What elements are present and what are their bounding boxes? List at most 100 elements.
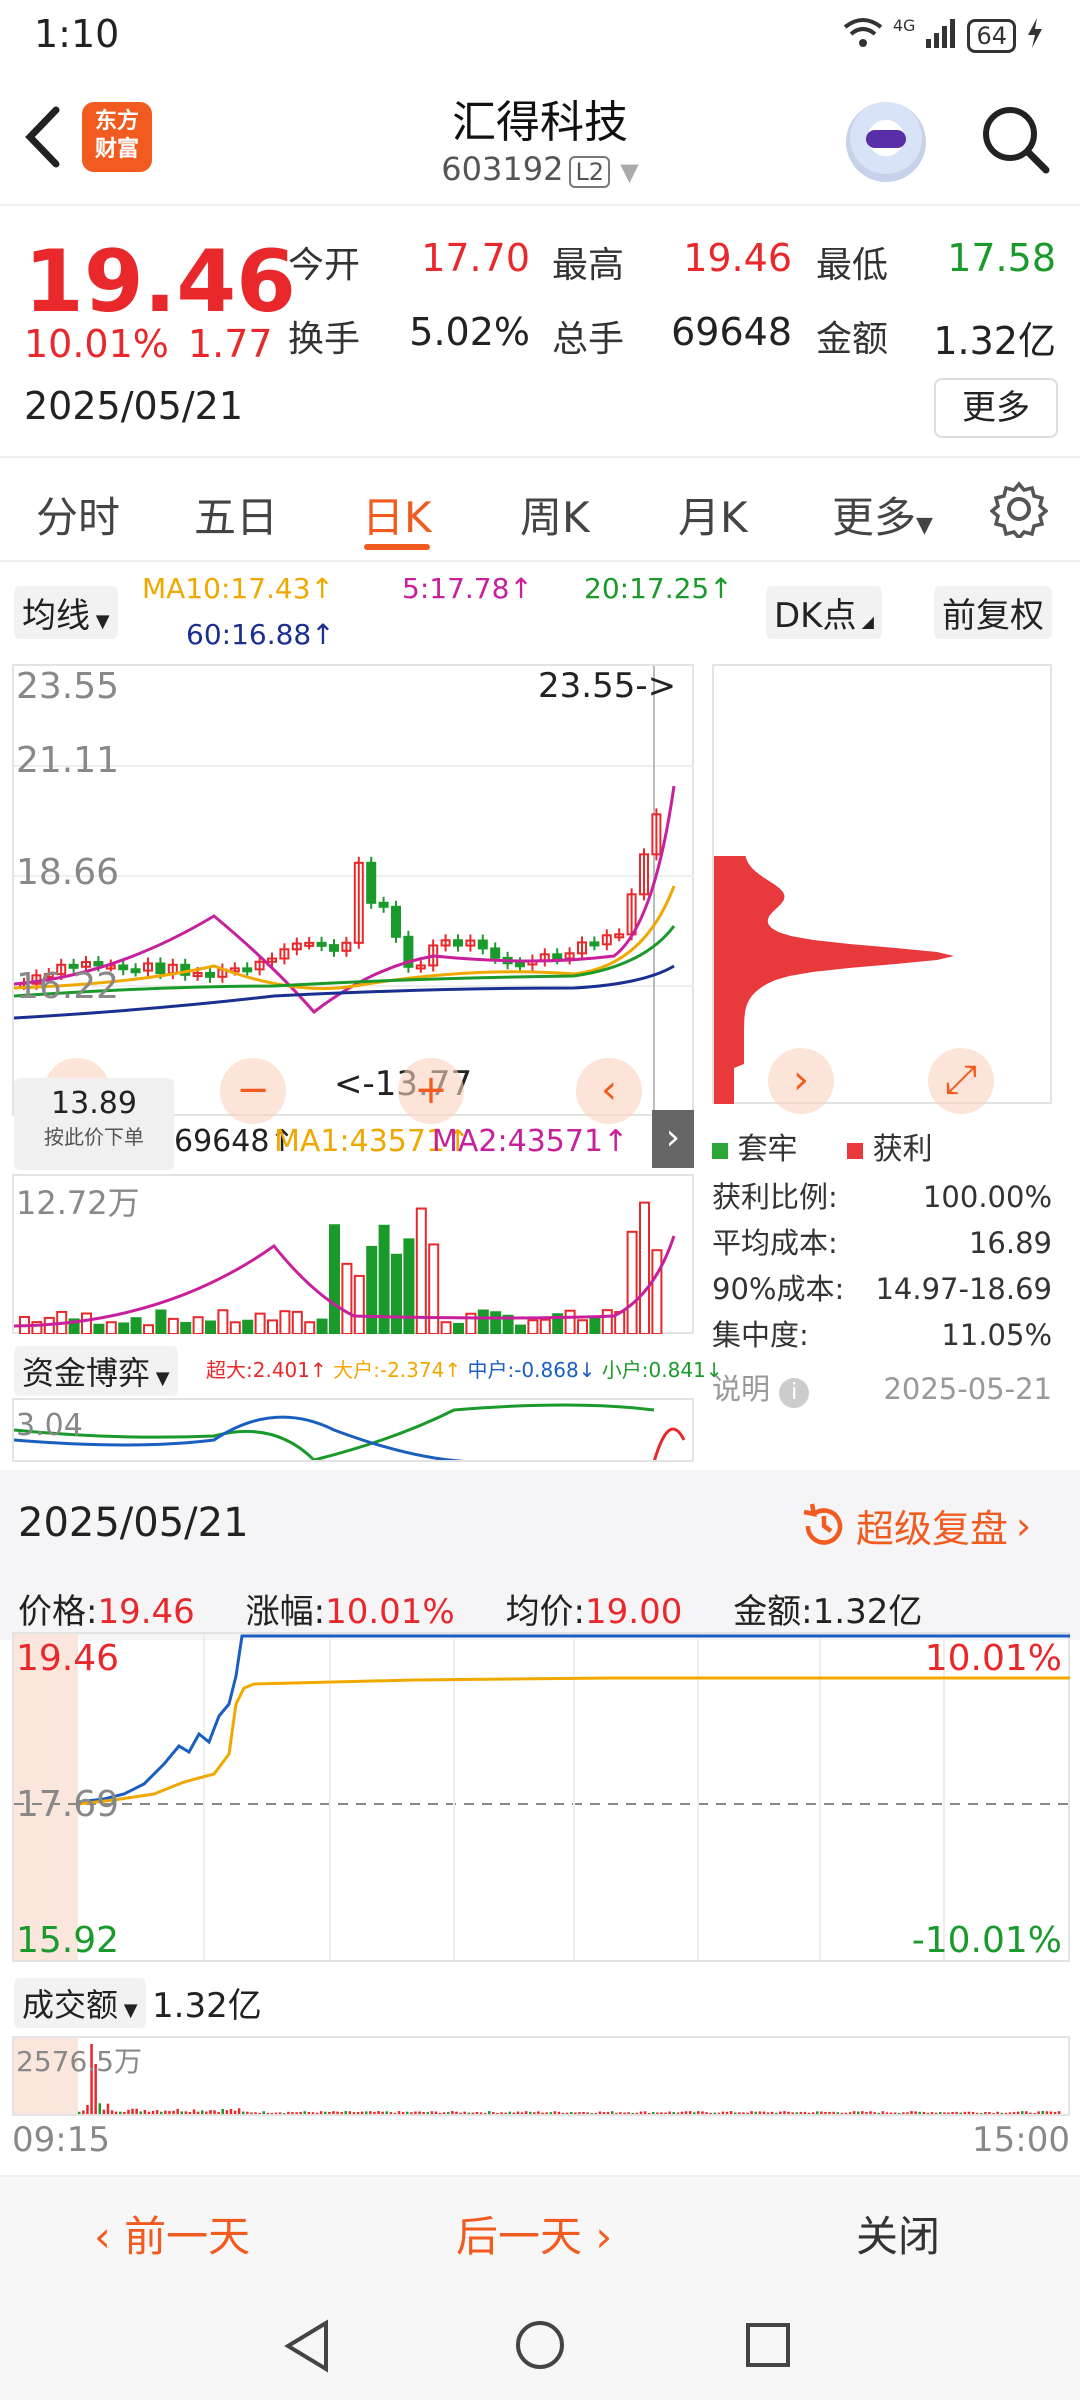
intraday-volume-bar (734, 2112, 737, 2114)
intraday-volume-bar (1008, 2112, 1012, 2114)
assistant-avatar[interactable] (846, 102, 926, 182)
nav-recents-icon[interactable] (744, 2321, 792, 2373)
intraday-chart[interactable]: 19.46 17.69 15.92 10.01% -10.01% (12, 1632, 1070, 1962)
detail-price: 19.46 (97, 1592, 195, 1632)
intraday-volume-bar (311, 2112, 315, 2114)
intraday-volume-bar (225, 2110, 229, 2114)
tab-weekly-k[interactable]: 周K (520, 484, 590, 545)
volume-bar (329, 1224, 340, 1334)
intraday-volume-bar (373, 2111, 376, 2114)
intraday-volume-bar (410, 2112, 413, 2114)
intraday-volume-bar (877, 2112, 880, 2114)
intraday-volume-bar (102, 2109, 106, 2114)
volume-bar (341, 1262, 353, 1334)
ma-selector[interactable]: 均线 ▼ (14, 586, 118, 639)
chip-next-icon[interactable]: › (768, 1048, 834, 1114)
profit-swatch (847, 1143, 864, 1159)
intraday-volume-bar (123, 2111, 126, 2114)
intraday-volume-bar (246, 2111, 249, 2114)
volume-bar (304, 1321, 316, 1334)
super-replay-button[interactable]: 超级复盘 › (800, 1498, 1031, 1553)
tab-daily-k[interactable]: 日K (362, 484, 432, 545)
intraday-volume-bar (906, 2112, 909, 2114)
intraday-volume-bar (418, 2111, 421, 2114)
intraday-volume-bar (795, 2112, 798, 2114)
dk-point-selector[interactable]: DK点 ◢ (766, 586, 882, 639)
intraday-volume-bar (82, 2110, 85, 2114)
adjust-selector[interactable]: 前复权 (934, 586, 1052, 639)
close-button[interactable]: 关闭 (856, 2203, 940, 2264)
chip-stat-value: 100.00% (922, 1180, 1052, 1214)
intraday-volume-bar (820, 2111, 823, 2114)
intraday-volume-bar (590, 2112, 593, 2114)
intraday-volume-bar (237, 2108, 241, 2114)
panel-toggle-button[interactable]: › (652, 1110, 694, 1168)
amount-value: 1.32亿 (933, 319, 1056, 363)
intraday-volume-bar (902, 2112, 905, 2114)
more-quote-button[interactable]: 更多 (934, 378, 1058, 438)
ma-selector-label: 均线 (22, 596, 90, 636)
tab-intraday[interactable]: 分时 (36, 484, 120, 545)
fund-mid: 中户:-0.868↓ (467, 1358, 596, 1382)
intraday-volume-bar (254, 2112, 257, 2114)
chip-distribution-chart[interactable]: › ⤢ (712, 664, 1052, 1114)
volume-chart[interactable]: 12.72万 (12, 1174, 694, 1334)
intraday-y-top: 19.46 (16, 1638, 120, 1679)
volume-bar (254, 1312, 266, 1334)
cursor-price: 13.89 (51, 1086, 137, 1121)
day-detail-panel: 2025/05/21 超级复盘 › 价格:19.46 涨幅:10.01% 均价:1… (0, 1470, 1080, 2175)
intraday-volume-bar (967, 2111, 971, 2114)
intraday-volume-bar (492, 2111, 495, 2114)
intraday-volume-bar (295, 2112, 298, 2114)
search-icon[interactable] (976, 100, 1056, 180)
zoom-in-icon[interactable]: + (398, 1058, 464, 1124)
zoom-out-icon[interactable]: − (220, 1058, 286, 1124)
cursor-order-hint: 按此价下单 (44, 1125, 144, 1149)
current-price: 19.46 (24, 232, 297, 332)
prev-day-button[interactable]: ‹ 前一天 (94, 2203, 250, 2264)
intraday-volume-bar (697, 2111, 700, 2114)
intraday-volume-bar (315, 2112, 319, 2114)
volume-type-selector[interactable]: 成交额 ▼ (14, 1978, 146, 2028)
intraday-volume-bar (832, 2111, 835, 2114)
fund-chart[interactable]: 3.04 (12, 1398, 694, 1462)
nav-home-icon[interactable] (514, 2319, 566, 2375)
intraday-volume-bar (557, 2111, 561, 2114)
intraday-volume-bar (270, 2112, 274, 2114)
intraday-volume-bar (934, 2112, 938, 2114)
intraday-volume-bar (155, 2110, 159, 2114)
intraday-volume-svg (78, 2044, 1061, 2114)
expand-icon[interactable]: ⤢ (928, 1048, 994, 1114)
tab-five-day[interactable]: 五日 (194, 484, 278, 545)
volume-bar (440, 1321, 452, 1334)
legend-profit: 获利 (872, 1132, 933, 1167)
intraday-volume-bar (594, 2112, 598, 2114)
intraday-volume-chart[interactable]: 2576.5万 (12, 2036, 1070, 2116)
volume-bar (267, 1319, 278, 1334)
intraday-volume-bar (299, 2111, 302, 2114)
price-cursor-label[interactable]: 13.89 按此价下单 (14, 1078, 174, 1170)
intraday-volume-bar (836, 2112, 839, 2114)
intraday-volume-bar (86, 2104, 89, 2114)
intraday-volume-bar (365, 2111, 368, 2114)
intraday-volume-bar (467, 2112, 470, 2114)
tab-more[interactable]: 更多▼ (832, 484, 933, 545)
intraday-volume-bar (483, 2112, 487, 2114)
intraday-volume-bar (582, 2111, 585, 2114)
chip-stat-row: 90%成本: 14.97-18.69 (712, 1266, 1052, 1312)
intraday-volume-bar (348, 2111, 352, 2114)
nav-back-icon[interactable] (282, 2319, 332, 2377)
next-day-button[interactable]: 后一天 › (456, 2203, 612, 2264)
settings-gear-icon[interactable] (989, 480, 1049, 542)
volume-bar (626, 1230, 638, 1334)
intraday-volume-bar (869, 2111, 872, 2114)
intraday-volume-bar (873, 2112, 876, 2114)
candle-chart[interactable]: 23.55 21.11 18.66 16.22 23.55-> <-13.77 … (12, 664, 694, 1124)
tab-monthly-k[interactable]: 月K (678, 484, 748, 545)
intraday-volume-bar (713, 2112, 716, 2114)
step-back-icon[interactable]: ‹ (576, 1058, 642, 1124)
next-day-label: 后一天 (456, 2212, 583, 2261)
y-axis-top: 23.55 (16, 666, 120, 707)
chip-note-row[interactable]: 说明 i 2025-05-21 (712, 1366, 1052, 1412)
fund-selector[interactable]: 资金博弈 ▼ (14, 1346, 178, 1396)
